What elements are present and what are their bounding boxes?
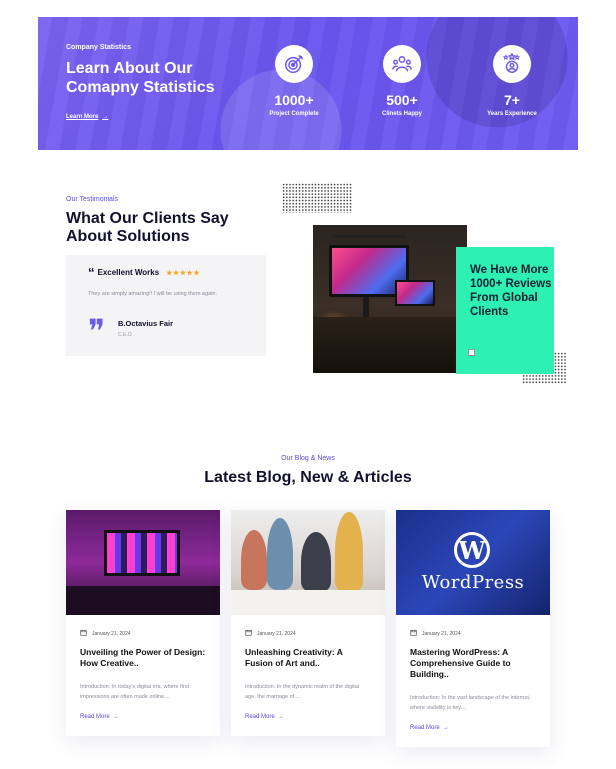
calendar-icon: [80, 629, 87, 638]
wordpress-logo-icon: W: [454, 532, 490, 568]
blog-date-text: January 21, 2024: [257, 630, 296, 637]
blog-date-text: January 21, 2024: [92, 630, 131, 637]
testimonial-heading-text: Excellent Works: [97, 268, 160, 277]
stat-clients: 500+ Clinets Happy: [357, 45, 447, 117]
stat-value: 500+: [386, 92, 418, 108]
testimonials-kicker: Our Testimonials: [66, 196, 119, 203]
blog-card-title[interactable]: Unveiling the Power of Design: How Creat…: [80, 647, 206, 669]
blog-image[interactable]: W WordPress: [396, 510, 550, 615]
blog-date: January 21, 2024: [80, 629, 220, 638]
testimonial-role: C.E.O: [118, 332, 132, 338]
stat-label: Project Complete: [269, 111, 319, 117]
read-more-label: Read More: [80, 714, 110, 720]
blog-card-excerpt: Introduction: In the dynamic realm of th…: [245, 684, 360, 700]
stat-experience: 7+ Years Experience: [467, 45, 557, 117]
read-more-label: Read More: [410, 725, 440, 731]
stat-value: 7+: [504, 92, 520, 108]
stat-label: Years Experience: [487, 111, 537, 117]
blog-card[interactable]: January 21, 2024 Unleashing Creativity: …: [231, 510, 385, 736]
testimonial-text: They are simply amazing!! I will be usin…: [88, 291, 218, 297]
arrow-right-icon: →: [442, 725, 449, 731]
stat-projects: 1000+ Project Complete: [249, 45, 339, 117]
testimonial-heading: “ Excellent Works ★★★★★: [88, 264, 201, 280]
learn-more-link[interactable]: Learn More →: [66, 114, 108, 120]
stats-title: Learn About Our Comapny Statistics: [66, 60, 215, 96]
reviews-highlight-text: We Have More 1000+ Reviews From Global C…: [470, 264, 552, 318]
blog-title: Latest Blog, New & Articles: [204, 469, 412, 486]
stat-label: Clinets Happy: [381, 111, 422, 117]
statistics-banner: Company Statistics Learn About Our Comap…: [38, 17, 578, 150]
reviews-highlight-box: We Have More 1000+ Reviews From Global C…: [456, 247, 554, 374]
arrow-right-icon: →: [112, 714, 119, 720]
read-more-label: Read More: [245, 714, 275, 720]
learn-more-label: Learn More: [66, 114, 99, 120]
quote-icon: ❞: [88, 312, 106, 350]
blog-card-title[interactable]: Mastering WordPress: A Comprehensive Gui…: [410, 647, 536, 680]
blog-date: January 21, 2024: [245, 629, 385, 638]
blog-card-excerpt: Introduction: In today's digital era, wh…: [80, 684, 189, 700]
blog-card-excerpt: Introduction: In the vast landscape of t…: [410, 695, 531, 711]
stats-kicker: Company Statistics: [66, 44, 131, 51]
read-more-link[interactable]: Read More →: [410, 725, 536, 731]
read-more-link[interactable]: Read More →: [80, 714, 206, 720]
blog-kicker: Our Blog & News: [281, 455, 335, 462]
testimonial-author: B.Octavius Fair: [118, 319, 174, 328]
read-more-link[interactable]: Read More →: [245, 714, 371, 720]
wordpress-logo-text: WordPress: [421, 572, 525, 593]
blog-image[interactable]: [231, 510, 385, 615]
workspace-photo: [313, 225, 467, 373]
blog-card[interactable]: W WordPress January 21, 2024 Mastering W…: [396, 510, 550, 747]
award-icon: [493, 45, 531, 83]
blog-card-title[interactable]: Unleashing Creativity: A Fusion of Art a…: [245, 647, 371, 669]
calendar-icon: [245, 629, 252, 638]
blog-card[interactable]: January 21, 2024 Unveiling the Power of …: [66, 510, 220, 736]
blog-date-text: January 21, 2024: [422, 630, 461, 637]
team-icon: [383, 45, 421, 83]
quote-open-icon: “: [88, 264, 95, 280]
testimonials-title: What Our Clients Say About Solutions: [66, 210, 229, 245]
broken-image-icon: [468, 349, 475, 356]
arrow-right-icon: →: [277, 714, 284, 720]
arrow-right-icon: →: [102, 114, 109, 120]
star-rating: ★★★★★: [166, 269, 201, 277]
blog-image[interactable]: [66, 510, 220, 615]
target-icon: [275, 45, 313, 83]
blog-date: January 21, 2024: [410, 629, 550, 638]
stat-value: 1000+: [274, 92, 314, 108]
dot-pattern-decoration: [282, 183, 352, 213]
testimonial-card: “ Excellent Works ★★★★★ They are simply …: [66, 255, 266, 356]
calendar-icon: [410, 629, 417, 638]
